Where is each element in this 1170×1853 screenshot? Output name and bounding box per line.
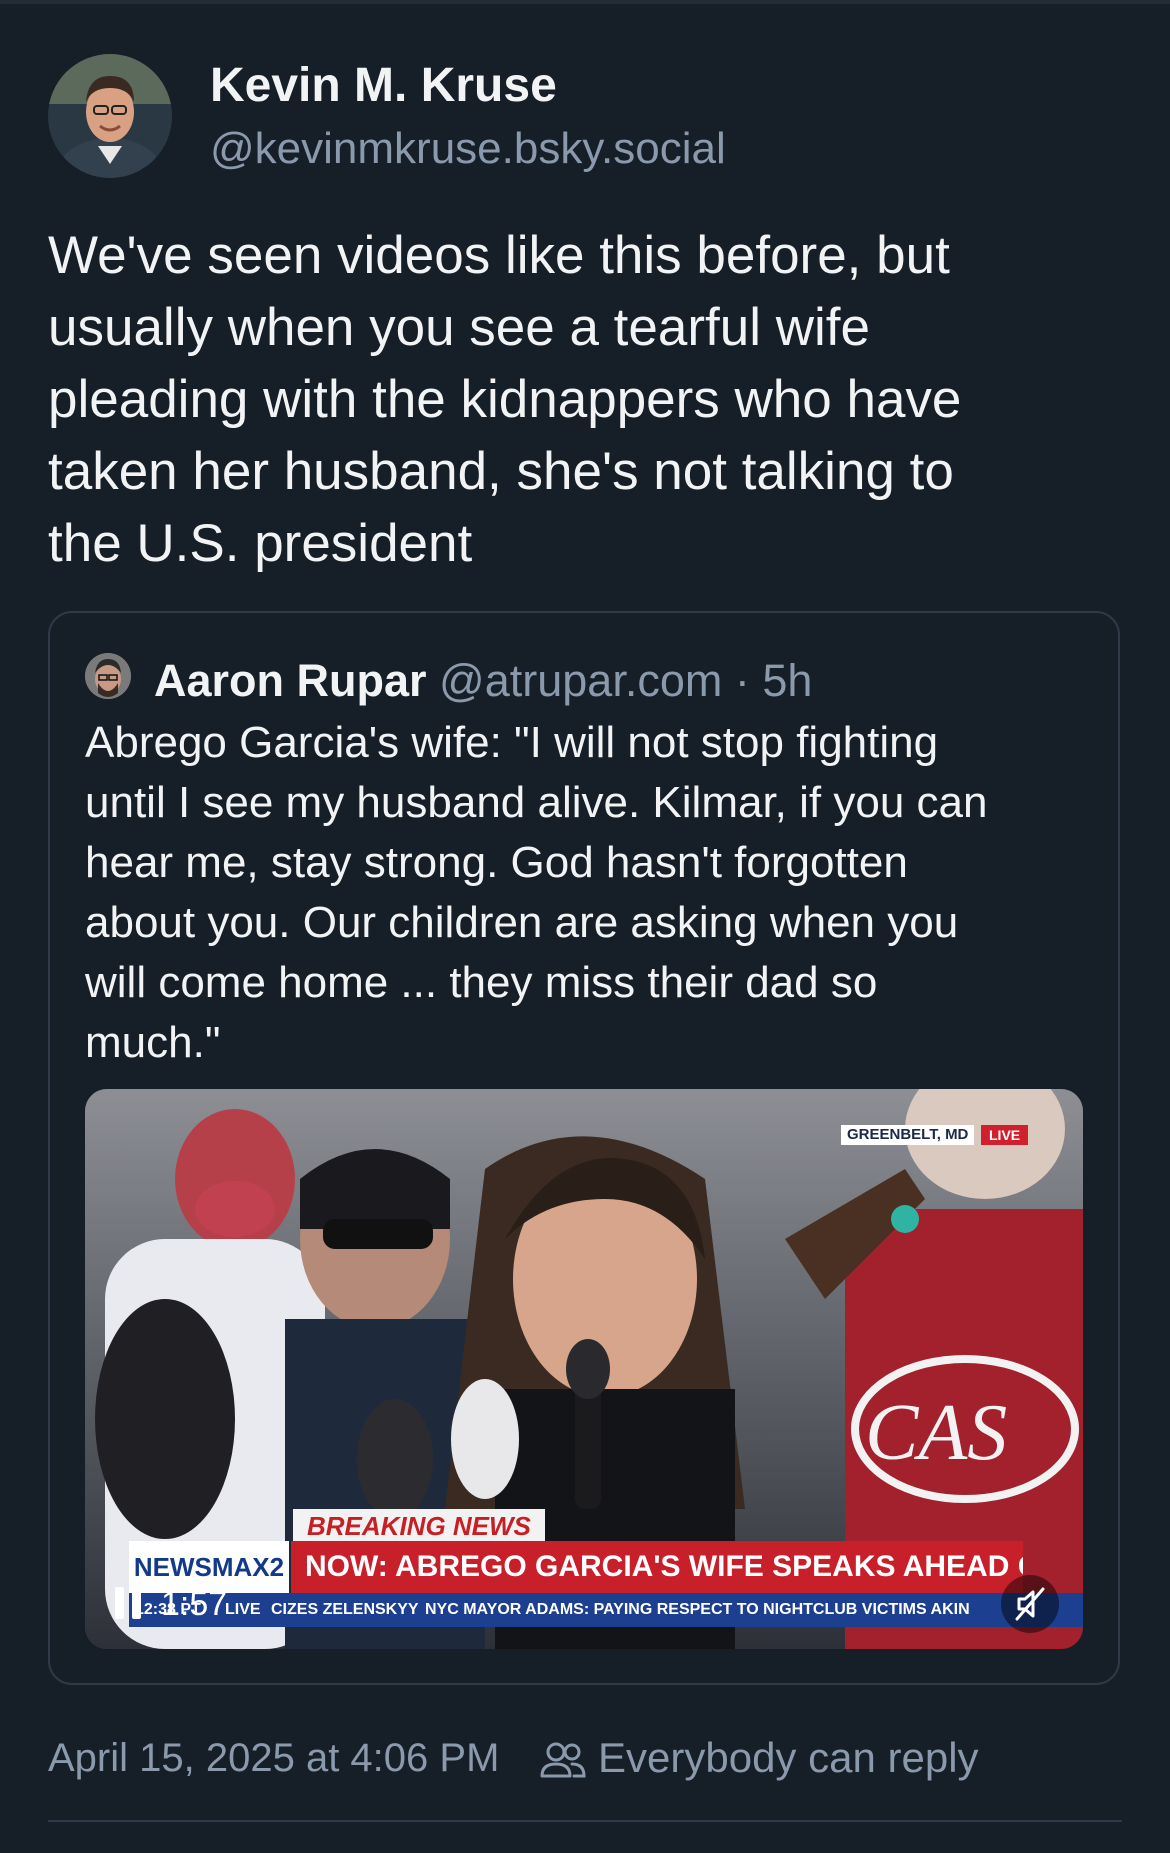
reply-setting[interactable]: Everybody can reply bbox=[598, 1734, 979, 1782]
post-text: We've seen videos like this before, but … bbox=[48, 226, 962, 573]
quoted-post-header: Aaron Rupar @atrupar.com · 5h bbox=[154, 655, 812, 707]
unmute-button[interactable] bbox=[1001, 1575, 1059, 1633]
quoted-post-text: Abrego Garcia's wife: "I will not stop f… bbox=[85, 718, 988, 1067]
video-duration: 1:57 bbox=[161, 1585, 228, 1623]
news-ticker: 12:38 PT LIVE CIZES ZELENSKYY NYC MAYOR … bbox=[129, 1593, 1083, 1627]
author-display-name[interactable]: Kevin M. Kruse bbox=[210, 58, 557, 113]
muted-speaker-icon bbox=[1015, 1587, 1045, 1621]
user-photo-avatar-icon bbox=[85, 653, 131, 699]
author-avatar[interactable] bbox=[48, 54, 172, 178]
quoted-author-avatar[interactable] bbox=[85, 653, 131, 699]
quoted-post-time: · 5h bbox=[734, 655, 813, 706]
ticker-clock-live: LIVE bbox=[225, 1601, 261, 1618]
post-timestamp: April 15, 2025 at 4:06 PM bbox=[48, 1736, 500, 1780]
pause-icon bbox=[115, 1587, 141, 1619]
quoted-post-card[interactable]: Aaron Rupar @atrupar.com · 5h Abrego Gar… bbox=[48, 611, 1120, 1685]
news-headline: NOW: ABREGO GARCIA'S WIFE SPEAKS AHEAD O… bbox=[291, 1541, 1023, 1593]
footer-divider bbox=[48, 1820, 1122, 1822]
quoted-author-name[interactable]: Aaron Rupar bbox=[154, 655, 427, 706]
svg-text:CAS: CAS bbox=[865, 1389, 1007, 1477]
video-player[interactable]: CAS GREENBELT, MD LIVE BREAKING NEWS NEW… bbox=[85, 1089, 1083, 1649]
ticker-right-text: NYC MAYOR ADAMS: PAYING RESPECT TO NIGHT… bbox=[425, 1601, 970, 1618]
breaking-news-label: BREAKING NEWS bbox=[293, 1509, 545, 1543]
author-handle[interactable]: @kevinmkruse.bsky.social bbox=[210, 124, 726, 174]
pause-button[interactable] bbox=[111, 1583, 145, 1623]
ticker-left-text: CIZES ZELENSKYY bbox=[271, 1601, 419, 1618]
top-divider bbox=[0, 0, 1170, 4]
people-icon bbox=[540, 1740, 586, 1780]
live-badge: LIVE bbox=[981, 1125, 1029, 1145]
location-chyron: GREENBELT, MD bbox=[841, 1125, 975, 1145]
quoted-author-handle[interactable]: @atrupar.com bbox=[439, 655, 722, 706]
user-photo-avatar-icon bbox=[48, 54, 172, 178]
